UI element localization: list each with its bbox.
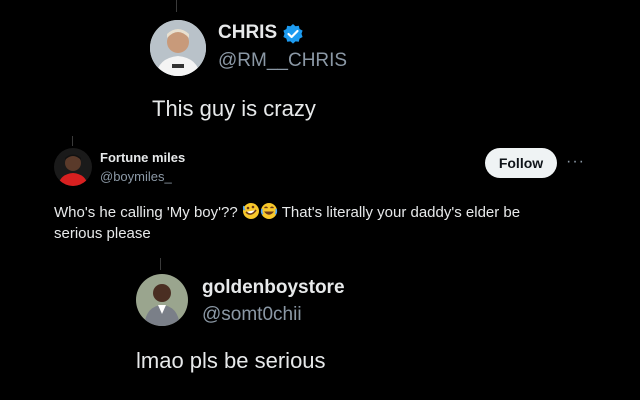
avatar-chris-image <box>150 20 206 76</box>
avatar-goldenboy-image <box>136 274 188 326</box>
fortune-post-text-line1: Who's he calling 'My boy'?? That's liter… <box>54 202 520 224</box>
thread-connector-bottom <box>160 258 161 270</box>
follow-button[interactable]: Follow <box>485 148 557 178</box>
fortune-text-part-a: Who's he calling 'My boy'?? <box>54 204 242 221</box>
fortune-post-text-line2: serious please <box>54 225 151 242</box>
avatar-chris[interactable] <box>150 20 206 76</box>
fortune-text-part-b: That's literally your daddy's elder be <box>277 204 521 221</box>
avatar-fortune-miles[interactable] <box>54 148 92 186</box>
avatar-fortune-image <box>54 148 92 186</box>
goldenboystore-post-text: lmao pls be serious <box>136 348 326 373</box>
tears-of-joy-emoji <box>260 202 278 224</box>
avatar-goldenboystore[interactable] <box>136 274 188 326</box>
goldenboystore-display-name[interactable]: goldenboystore <box>202 277 345 299</box>
thread-connector-top <box>176 0 177 12</box>
chris-post-text: This guy is crazy <box>152 96 316 121</box>
rolling-laughing-emoji <box>242 202 260 224</box>
fortune-handle[interactable]: @boymiles_ <box>100 169 172 184</box>
chris-handle[interactable]: @RM__CHRIS <box>218 50 347 72</box>
chris-display-name[interactable]: CHRIS <box>218 22 277 44</box>
goldenboystore-handle[interactable]: @somt0chii <box>202 304 302 326</box>
verified-badge-icon <box>282 23 304 45</box>
fortune-display-name[interactable]: Fortune miles <box>100 150 185 165</box>
more-options-icon[interactable]: ··· <box>566 153 585 171</box>
thread-connector-middle <box>72 136 73 146</box>
